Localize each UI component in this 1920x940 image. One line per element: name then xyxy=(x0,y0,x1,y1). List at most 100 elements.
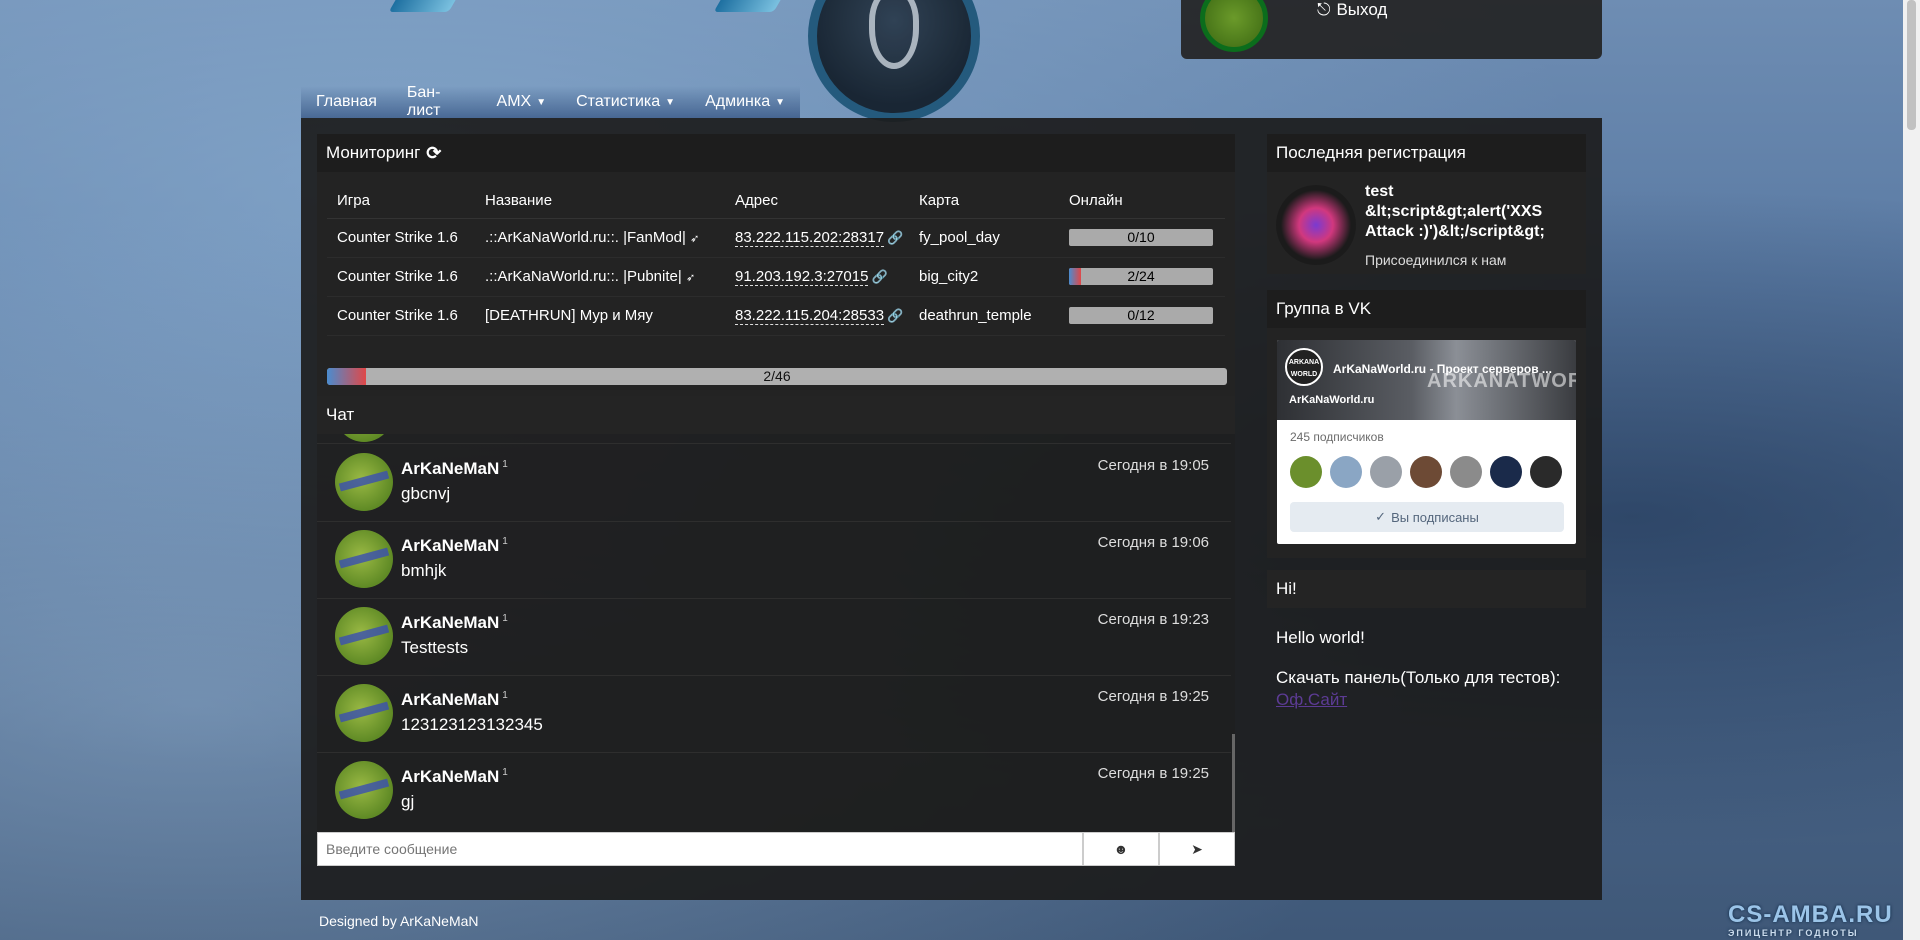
hello-text: Hello world! xyxy=(1276,628,1365,647)
server-address[interactable]: 91.203.192.3:27015 xyxy=(735,268,869,286)
server-map: deathrun_temple xyxy=(909,296,1059,336)
author-badge: 1 xyxy=(502,459,508,471)
avatar[interactable] xyxy=(1276,185,1356,265)
header-emblem xyxy=(808,0,980,122)
header-logo-wing-left xyxy=(388,0,462,12)
server-address-cell[interactable]: 83.222.115.202:28317 🔗 xyxy=(725,218,909,258)
monitoring-panel: Мониторинг ⟳ Игра Название Адрес Карта О… xyxy=(317,134,1235,396)
vk-group-logo[interactable]: ARKANA WORLD xyxy=(1285,348,1323,386)
server-name-cell: .::ArKaNaWorld.ru::. |FanMod| ➶ xyxy=(475,218,725,258)
nav-banlist[interactable]: Бан-лист xyxy=(392,84,482,119)
avatar[interactable] xyxy=(1530,456,1562,488)
message-time: Сегодня в 19:25 xyxy=(1097,765,1209,782)
message-text: gj xyxy=(401,792,415,811)
chat-message: ArKaNeMaN 1 bmhjk Сегодня в 19:06 xyxy=(317,522,1231,599)
server-name-cell: .::ArKaNaWorld.ru::. |Pubnite| ➶ xyxy=(475,257,725,297)
server-address-cell[interactable]: 91.203.192.3:27015 🔗 xyxy=(725,257,909,297)
chat-scrollbar[interactable] xyxy=(1231,434,1235,832)
avatar[interactable] xyxy=(1490,456,1522,488)
server-row: Counter Strike 1.6 .::ArKaNaWorld.ru::. … xyxy=(327,257,1225,297)
server-address-cell[interactable]: 83.222.115.204:28533 🔗 xyxy=(725,296,909,336)
avatar[interactable] xyxy=(1370,456,1402,488)
online-bar: 2/24 xyxy=(1069,268,1213,285)
monitoring-header: Мониторинг ⟳ xyxy=(317,134,1235,172)
nav-home[interactable]: Главная xyxy=(301,86,392,118)
refresh-icon[interactable]: ⟳ xyxy=(426,143,441,164)
official-site-link[interactable]: Оф.Сайт xyxy=(1276,690,1347,710)
footer-credit: Designed by ArKaNeMaN xyxy=(319,913,479,929)
server-row: Counter Strike 1.6 [DEATHRUN] Мур и Мяу … xyxy=(327,296,1225,336)
avatar[interactable] xyxy=(1410,456,1442,488)
message-time: Сегодня в 19:25 xyxy=(1097,688,1209,705)
chat-messages[interactable]: ArKaNeMaN 1 gbcnvj Сегодня в 19:05 ArKaNe… xyxy=(317,434,1235,832)
vk-widget[interactable]: ARKANA WORLD ArKaNaWorld.ru - Проект сер… xyxy=(1277,340,1576,544)
chevron-down-icon: ▼ xyxy=(665,96,676,108)
download-text: Скачать панель(Только для тестов): xyxy=(1276,668,1561,687)
send-button[interactable]: ➤ xyxy=(1159,832,1235,866)
avatar[interactable] xyxy=(1330,456,1362,488)
avatar[interactable] xyxy=(335,684,393,742)
server-address[interactable]: 83.222.115.204:28533 xyxy=(735,307,885,325)
chat-message-input[interactable] xyxy=(317,832,1083,866)
total-online-bar: 2/46 xyxy=(327,368,1227,385)
message-author[interactable]: ArKaNeMaN 1 xyxy=(401,613,508,633)
chat-message: ArKaNeMaN 1 gbcnvj Сегодня в 19:05 xyxy=(317,445,1231,522)
vk-cover[interactable]: ARKANA WORLD ArKaNaWorld.ru - Проект сер… xyxy=(1277,340,1576,420)
server-game: Counter Strike 1.6 xyxy=(327,296,475,336)
steam-icon[interactable]: ➶ xyxy=(686,272,695,284)
message-author[interactable]: ArKaNeMaN 1 xyxy=(401,459,508,479)
message-text: bmhjk xyxy=(401,561,447,580)
vk-group-panel: Группа в VK ARKANA WORLD ArKaNaWorld.ru … xyxy=(1267,290,1586,558)
smile-icon: ☻ xyxy=(1113,841,1129,857)
avatar[interactable] xyxy=(1450,456,1482,488)
server-name: .::ArKaNaWorld.ru::. |FanMod| xyxy=(485,229,686,246)
server-online: 2/24 xyxy=(1059,257,1225,297)
online-bar: 0/10 xyxy=(1069,229,1213,246)
registered-username[interactable]: test &lt;script&gt;alert('XXS Attack :)'… xyxy=(1365,182,1575,242)
last-registration-header: Последняя регистрация xyxy=(1267,134,1586,172)
chat-message-partial xyxy=(317,434,1231,444)
last-registration-panel: Последняя регистрация test &lt;script&gt… xyxy=(1267,134,1586,274)
main-container: Мониторинг ⟳ Игра Название Адрес Карта О… xyxy=(301,118,1602,900)
vk-subscribed-button[interactable]: ✓ Вы подписаны xyxy=(1290,502,1564,532)
col-name: Название xyxy=(475,184,725,219)
emoji-button[interactable]: ☻ xyxy=(1083,832,1159,866)
message-author[interactable]: ArKaNeMaN 1 xyxy=(401,690,508,710)
logout-label: Выход xyxy=(1336,0,1388,19)
avatar[interactable] xyxy=(335,530,393,588)
last-registration-title: Последняя регистрация xyxy=(1276,143,1466,162)
user-avatar[interactable] xyxy=(1200,0,1268,52)
server-address[interactable]: 83.222.115.202:28317 xyxy=(735,229,885,247)
server-row: Counter Strike 1.6 .::ArKaNaWorld.ru::. … xyxy=(327,218,1225,258)
link-icon[interactable]: 🔗 xyxy=(887,230,903,245)
page-scrollbar[interactable] xyxy=(1903,0,1920,940)
avatar[interactable] xyxy=(335,434,393,442)
avatar[interactable] xyxy=(335,607,393,665)
nav-stats[interactable]: Статистика ▼ xyxy=(561,86,690,118)
avatar[interactable] xyxy=(335,761,393,819)
avatar[interactable] xyxy=(1290,456,1322,488)
chat-message: ArKaNeMaN 1 Testtests Сегодня в 19:23 xyxy=(317,599,1231,676)
chevron-down-icon: ▼ xyxy=(775,96,785,108)
link-icon[interactable]: 🔗 xyxy=(887,308,903,323)
header-logo-wing-right xyxy=(713,0,787,12)
message-time: Сегодня в 19:05 xyxy=(1097,457,1209,474)
paper-plane-icon: ➤ xyxy=(1191,840,1203,857)
link-icon[interactable]: 🔗 xyxy=(871,269,887,284)
message-text: Testtests xyxy=(401,638,469,657)
message-author[interactable]: ArKaNeMaN 1 xyxy=(401,536,508,556)
message-author[interactable]: ArKaNeMaN 1 xyxy=(401,767,508,787)
user-box: ⎋ Выход xyxy=(1181,0,1602,59)
author-badge: 1 xyxy=(502,767,508,779)
avatar[interactable] xyxy=(335,453,393,511)
vk-cover-watermark: ARKANATWORLD xyxy=(1427,370,1576,392)
server-online: 0/12 xyxy=(1059,296,1225,336)
vk-group-title: Группа в VK xyxy=(1276,299,1372,318)
logout-link[interactable]: ⎋ Выход xyxy=(1317,0,1387,20)
message-time: Сегодня в 19:06 xyxy=(1097,534,1209,551)
total-online-text: 2/46 xyxy=(763,368,791,384)
steam-icon[interactable]: ➶ xyxy=(690,233,699,245)
nav-admin[interactable]: Админка ▼ xyxy=(690,86,800,118)
vk-subscribers-count[interactable]: 245 подписчиков xyxy=(1290,430,1384,444)
nav-amx[interactable]: AMX ▼ xyxy=(482,86,562,118)
